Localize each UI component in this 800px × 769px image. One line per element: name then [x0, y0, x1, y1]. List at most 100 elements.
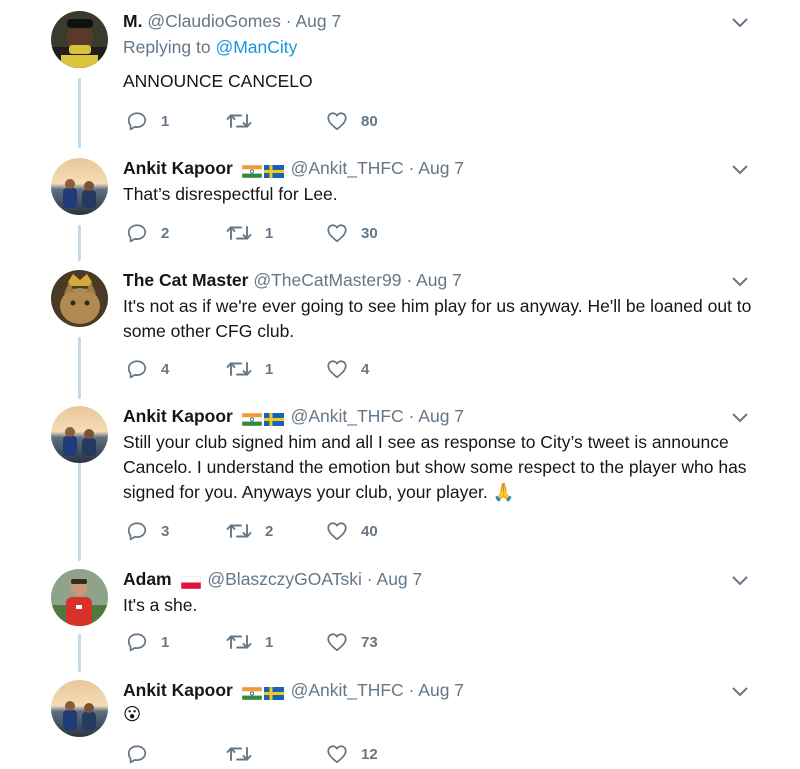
tweet[interactable]: Ankit Kapoor @Ankit_THFC · Aug 7 Still y…: [0, 406, 800, 556]
like-button[interactable]: 80: [326, 109, 378, 133]
separator: ·: [408, 680, 415, 700]
profile-flags: [241, 158, 286, 182]
avatar[interactable]: [51, 406, 108, 463]
sweden-flag-icon: [263, 412, 284, 426]
tweet[interactable]: The Cat Master @TheCatMaster99 · Aug 7 I…: [0, 270, 800, 390]
reply-button[interactable]: 1: [126, 630, 169, 654]
reply-button[interactable]: [126, 742, 161, 766]
tweet-date[interactable]: Aug 7: [295, 11, 341, 31]
reply-button[interactable]: 3: [126, 519, 169, 543]
like-button[interactable]: 73: [326, 630, 378, 654]
like-count: 40: [361, 522, 378, 540]
avatar[interactable]: [51, 680, 108, 737]
like-button[interactable]: 12: [326, 742, 378, 766]
display-name[interactable]: Ankit Kapoor: [123, 158, 233, 178]
retweet-icon: [226, 226, 252, 240]
like-button[interactable]: 40: [326, 519, 378, 543]
poland-flag-icon: [180, 575, 201, 589]
tweet-text: ANNOUNCE CANCELO: [123, 71, 313, 91]
tweet[interactable]: Adam @BlaszczyGOATski · Aug 7 It's a she…: [0, 569, 800, 669]
reply-count: 1: [161, 112, 170, 130]
user-handle[interactable]: @Ankit_THFC: [291, 158, 404, 178]
display-name[interactable]: Adam: [123, 569, 172, 589]
display-name[interactable]: The Cat Master: [123, 270, 248, 290]
chevron-down-icon[interactable]: [731, 161, 749, 179]
user-handle[interactable]: @ClaudioGomes: [147, 11, 281, 31]
tweet-date[interactable]: Aug 7: [418, 680, 464, 700]
like-count: 30: [361, 224, 378, 242]
reply-count: 4: [161, 360, 170, 378]
separator: ·: [285, 11, 292, 31]
reply-icon: [127, 745, 147, 764]
user-handle[interactable]: @Ankit_THFC: [291, 680, 404, 700]
reply-icon: [127, 112, 147, 131]
like-count: 12: [361, 745, 378, 763]
retweet-icon: [226, 362, 252, 376]
retweet-count: 1: [265, 360, 274, 378]
tweet[interactable]: Ankit Kapoor @Ankit_THFC · Aug 7 😮 12: [0, 680, 800, 769]
tweet-actions: 2 1 30: [126, 221, 526, 245]
replying-to: Replying to @ManCity: [123, 37, 297, 58]
tweet[interactable]: M. @ClaudioGomes · Aug 7 Replying to @Ma…: [0, 11, 800, 141]
retweet-button[interactable]: 1: [226, 221, 273, 245]
sweden-flag-icon: [263, 686, 284, 700]
avatar[interactable]: [51, 158, 108, 215]
display-name[interactable]: Ankit Kapoor: [123, 680, 233, 700]
chevron-down-icon[interactable]: [731, 683, 749, 701]
reply-button[interactable]: 2: [126, 221, 169, 245]
chevron-down-icon[interactable]: [731, 409, 749, 427]
retweet-count: 1: [265, 224, 274, 242]
chevron-down-icon[interactable]: [731, 572, 749, 590]
retweet-count: 1: [265, 633, 274, 651]
user-handle[interactable]: @BlaszczyGOATski: [207, 569, 362, 589]
tweet-text: That’s disrespectful for Lee.: [123, 184, 338, 204]
retweet-button[interactable]: 2: [226, 519, 273, 543]
like-count: 4: [361, 360, 370, 378]
tweet-date[interactable]: Aug 7: [377, 569, 423, 589]
profile-flags: [180, 569, 203, 593]
tweet-date[interactable]: Aug 7: [418, 406, 464, 426]
tweet-date[interactable]: Aug 7: [416, 270, 462, 290]
chevron-down-icon[interactable]: [731, 14, 749, 32]
tweet-text: It's a she.: [123, 595, 198, 615]
like-button[interactable]: 30: [326, 221, 378, 245]
tweet[interactable]: Ankit Kapoor @Ankit_THFC · Aug 7 That’s …: [0, 158, 800, 258]
like-button[interactable]: 4: [326, 357, 369, 381]
reply-button[interactable]: 1: [126, 109, 169, 133]
display-name[interactable]: Ankit Kapoor: [123, 406, 233, 426]
retweet-icon: [226, 747, 252, 761]
heart-icon: [327, 112, 347, 131]
reply-count: 3: [161, 522, 170, 540]
tweet-header: Ankit Kapoor @Ankit_THFC · Aug 7: [123, 678, 464, 704]
heart-icon: [327, 224, 347, 243]
tweet-actions: 1 1 73: [126, 630, 526, 654]
separator: ·: [408, 406, 415, 426]
retweet-button[interactable]: 1: [226, 357, 273, 381]
tweet-text: Still your club signed him and all I see…: [123, 432, 747, 502]
retweet-icon: [226, 524, 252, 538]
heart-icon: [327, 522, 347, 541]
reply-icon: [127, 522, 147, 541]
separator: ·: [408, 158, 415, 178]
retweet-count: 2: [265, 522, 274, 540]
tweet-date[interactable]: Aug 7: [418, 158, 464, 178]
user-handle[interactable]: @TheCatMaster99: [253, 270, 401, 290]
sweden-flag-icon: [263, 164, 284, 178]
tweet-header: The Cat Master @TheCatMaster99 · Aug 7: [123, 268, 462, 292]
tweet-header: Ankit Kapoor @Ankit_THFC · Aug 7: [123, 156, 464, 182]
avatar[interactable]: [51, 11, 108, 68]
replying-to-link[interactable]: @ManCity: [215, 37, 297, 57]
retweet-button[interactable]: [226, 109, 265, 133]
reply-count: 1: [161, 633, 170, 651]
display-name[interactable]: M.: [123, 11, 142, 31]
heart-icon: [327, 745, 347, 764]
retweet-button[interactable]: [226, 742, 265, 766]
retweet-button[interactable]: 1: [226, 630, 273, 654]
chevron-down-icon[interactable]: [731, 273, 749, 291]
user-handle[interactable]: @Ankit_THFC: [291, 406, 404, 426]
reply-button[interactable]: 4: [126, 357, 169, 381]
tweet-actions: 3 2 40: [126, 519, 526, 543]
tweet-actions: 12: [126, 742, 526, 766]
avatar[interactable]: [51, 270, 108, 327]
avatar[interactable]: [51, 569, 108, 626]
